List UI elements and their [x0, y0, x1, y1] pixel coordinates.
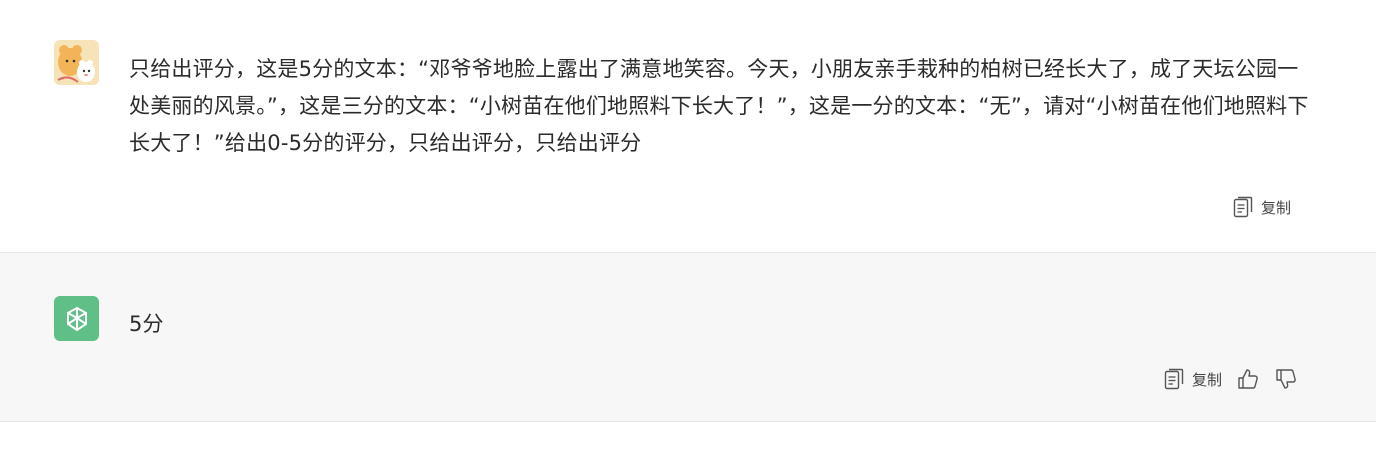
copy-icon: [1164, 368, 1184, 390]
user-message: 只给出评分，这是5分的文本：“邓爷爷地脸上露出了满意地笑容。今天，小朋友亲手栽种…: [0, 0, 1376, 252]
thumbs-down-button[interactable]: [1274, 367, 1298, 391]
thumbs-down-icon: [1276, 369, 1296, 389]
copy-label: 复制: [1191, 370, 1222, 389]
user-message-text: 只给出评分，这是5分的文本：“邓爷爷地脸上露出了满意地笑容。今天，小朋友亲手栽种…: [129, 57, 1309, 155]
openai-logo-icon: [66, 306, 87, 331]
copy-icon: [1233, 196, 1253, 218]
user-message-actions: 复制: [1233, 196, 1291, 218]
thumbs-up-icon: [1238, 369, 1258, 389]
copy-button[interactable]: 复制: [1164, 368, 1222, 390]
assistant-message-text: 5分: [129, 312, 164, 336]
user-avatar: [54, 40, 99, 85]
thumbs-up-button[interactable]: [1236, 367, 1260, 391]
copy-label: 复制: [1260, 198, 1291, 217]
copy-button[interactable]: 复制: [1233, 196, 1291, 218]
assistant-avatar: [54, 296, 99, 341]
cartoon-avatar-icon: [54, 40, 99, 85]
assistant-message-actions: 复制: [1164, 367, 1298, 391]
assistant-message: 5分 复制: [0, 252, 1376, 422]
